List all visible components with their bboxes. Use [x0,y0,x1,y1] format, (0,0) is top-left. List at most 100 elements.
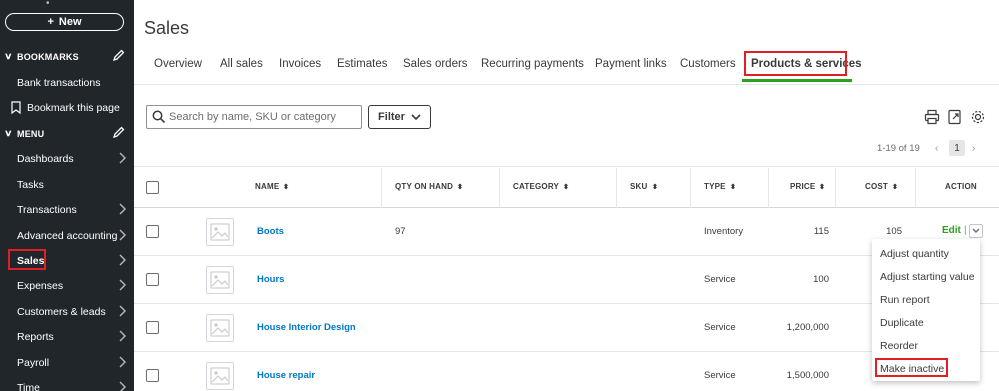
column-header-label: QTY ON HAND [395,182,454,191]
product-name-link[interactable]: House Interior Design [257,322,356,333]
row-checkbox[interactable] [146,369,159,382]
sidebar-item-payroll[interactable]: Payroll [0,350,134,375]
column-header-label: TYPE [704,182,726,191]
menu-item-reorder[interactable]: Reorder [872,334,980,357]
chevron-right-icon [119,381,126,391]
edit-bookmarks-icon[interactable] [113,49,125,61]
chevron-down-icon: ∨ [3,51,13,61]
menu-item-adjust-quantity[interactable]: Adjust quantity [872,242,980,265]
column-header-qty[interactable]: QTY ON HAND ⬍ [395,182,463,191]
sidebar-item-expenses[interactable]: Expenses [0,273,134,298]
bookmarks-section-header[interactable]: ∨ BOOKMARKS [0,44,134,69]
row-checkbox[interactable] [146,225,159,238]
sidebar-item-bank-transactions[interactable]: Bank transactions [0,70,134,95]
tab-sales-orders[interactable]: Sales orders [403,52,468,76]
chevron-right-icon [119,330,126,342]
menu-item-duplicate[interactable]: Duplicate [872,311,980,334]
column-header-action: ACTION [945,182,977,191]
column-divider [768,168,769,208]
product-image-placeholder [206,218,234,246]
edit-link[interactable]: Edit [942,225,961,236]
row-checkbox[interactable] [146,273,159,286]
column-header-label: PRICE [790,182,816,191]
product-name-link[interactable]: House repair [257,370,315,381]
column-header-cost[interactable]: COST ⬍ [865,182,898,191]
type-cell: Service [704,322,736,333]
sidebar-item-tasks[interactable]: Tasks [0,172,134,197]
active-tab-indicator [742,79,852,82]
column-divider [835,168,836,208]
make-inactive-highlight-box [875,358,948,377]
table-row: House repair Service 1,500,000 [134,352,999,391]
page-title: Sales [144,18,190,38]
pagination-next[interactable]: › [972,143,975,154]
sidebar-item-transactions[interactable]: Transactions [0,197,134,222]
sidebar-item-label: Payroll [17,356,50,369]
settings-icon[interactable] [970,109,986,125]
tab-overview[interactable]: Overview [154,52,202,76]
print-icon[interactable] [924,109,940,125]
sales-tabs: Overview All sales Invoices Estimates Sa… [144,52,999,78]
row-checkbox[interactable] [146,321,159,334]
chevron-right-icon [119,305,126,317]
column-header-category[interactable]: CATEGORY ⬍ [513,182,569,191]
menu-item-adjust-starting-value[interactable]: Adjust starting value [872,265,980,288]
chevron-right-icon [119,152,126,164]
chevron-right-icon [119,254,126,266]
column-header-label: CATEGORY [513,182,560,191]
column-divider [499,168,500,208]
tab-all-sales[interactable]: All sales [220,52,263,76]
pagination-current-page[interactable]: 1 [949,140,965,156]
sidebar-item-label: Bank transactions [17,76,101,89]
tabs-divider [134,84,999,85]
product-name-link[interactable]: Hours [257,274,284,285]
price-cell: 115 [813,226,829,237]
sidebar-item-label: Time [17,381,40,391]
column-header-type[interactable]: TYPE ⬍ [704,182,736,191]
tab-payment-links[interactable]: Payment links [595,52,667,76]
action-separator: | [964,225,967,236]
sidebar-item-advanced-accounting[interactable]: Advanced accounting [0,223,134,248]
sort-icon: ⬍ [891,183,899,191]
sidebar-item-label: Expenses [17,279,64,292]
search-input[interactable] [169,108,357,126]
tab-invoices[interactable]: Invoices [279,52,321,76]
filter-button[interactable]: Filter [368,105,431,129]
sidebar-item-label: Dashboards [17,152,74,165]
column-header-name[interactable]: NAME ⬍ [255,182,290,191]
edit-menu-icon[interactable] [113,126,125,138]
type-cell: Service [704,274,736,285]
product-image-placeholder [206,266,234,294]
sidebar-item-reports[interactable]: Reports [0,324,134,349]
column-divider [616,168,617,208]
sidebar-item-label: Advanced accounting [17,229,118,242]
image-placeholder-icon [210,223,230,241]
sidebar-item-label: Customers & leads [17,305,106,318]
tab-estimates[interactable]: Estimates [337,52,388,76]
sidebar-item-time[interactable]: Time [0,375,134,391]
select-all-checkbox[interactable] [146,181,159,194]
sidebar-item-bookmark-this-page[interactable]: Bookmark this page [0,95,134,120]
type-cell: Inventory [704,226,744,237]
sidebar-top-dot: • [46,0,50,9]
tab-customers[interactable]: Customers [680,52,736,76]
column-header-sku[interactable]: SKU ⬍ [630,182,658,191]
export-icon[interactable] [947,109,963,125]
plus-icon: + [47,16,54,28]
tab-recurring-payments[interactable]: Recurring payments [481,52,584,76]
pagination-prev[interactable]: ‹ [935,143,938,154]
action-dropdown-toggle[interactable] [969,224,983,238]
product-name-link[interactable]: Boots [257,226,284,237]
sidebar-item-label: Bookmark this page [27,101,120,114]
menu-section-header[interactable]: ∨ MENU [0,121,134,146]
column-header-price[interactable]: PRICE ⬍ [790,182,826,191]
bookmark-icon [11,101,21,114]
sidebar-item-customers-leads[interactable]: Customers & leads [0,299,134,324]
table-header: NAME ⬍ QTY ON HAND ⬍ CATEGORY ⬍ SKU ⬍ TYPE ⬍ … [134,166,999,208]
menu-item-run-report[interactable]: Run report [872,288,980,311]
search-field[interactable] [146,105,362,129]
chevron-right-icon [119,279,126,291]
sidebar-item-dashboards[interactable]: Dashboards [0,146,134,171]
new-button[interactable]: + New [5,13,124,31]
sort-icon: ⬍ [562,183,570,191]
